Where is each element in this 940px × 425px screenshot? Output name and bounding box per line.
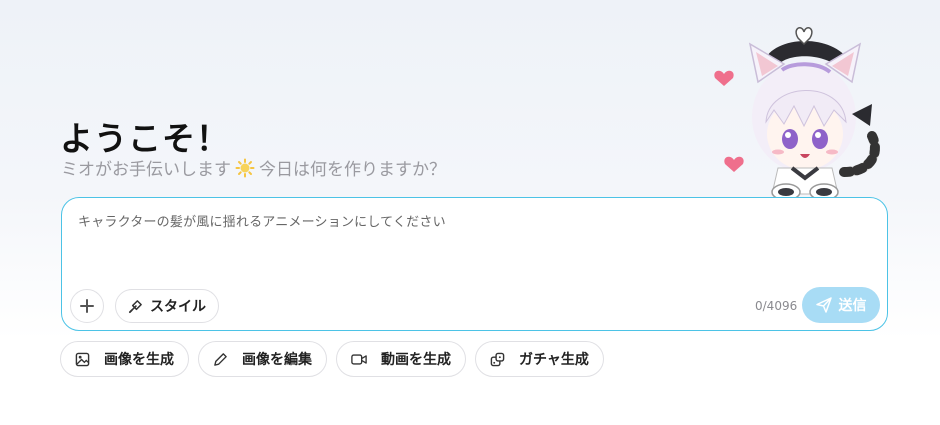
character-counter: 0/4096 [755, 299, 798, 313]
pencil-icon [214, 352, 227, 366]
gacha-generate-button[interactable]: ガチャ生成 [475, 341, 604, 377]
plus-icon [80, 299, 94, 313]
quick-actions: 画像を生成 画像を編集 動画を生成 ガチャ生成 [60, 341, 604, 377]
image-icon [75, 352, 90, 366]
style-button[interactable]: スタイル [115, 289, 219, 323]
subtitle-text-before: ミオがお手伝いします [61, 160, 231, 180]
style-button-label: スタイル [150, 299, 206, 315]
subtitle-text-after: 今日は何を作りますか？ [259, 160, 446, 180]
send-button-label: 送信 [838, 298, 867, 314]
paintbrush-icon [128, 299, 142, 313]
send-button[interactable]: 送信 [802, 287, 880, 323]
paper-plane-icon [815, 297, 832, 313]
prompt-input[interactable]: キャラクターの髪が風に揺れるアニメーションにしてください [78, 211, 446, 230]
sun-emoji-icon [235, 158, 255, 177]
generate-image-button[interactable]: 画像を生成 [60, 341, 189, 377]
edit-image-label: 画像を編集 [242, 352, 312, 368]
video-camera-icon [351, 353, 367, 365]
generate-video-label: 動画を生成 [381, 352, 451, 368]
generate-video-button[interactable]: 動画を生成 [336, 341, 466, 377]
welcome-heading: ようこそ！ [60, 119, 230, 158]
generate-image-label: 画像を生成 [104, 352, 174, 368]
catgirl-mascot-icon [714, 27, 880, 201]
welcome-subtitle: ミオがお手伝いします 今日は何を作りますか？ [61, 155, 446, 180]
edit-image-button[interactable]: 画像を編集 [198, 341, 327, 377]
prompt-composer: キャラクターの髪が風に揺れるアニメーションにしてください スタイル 0/4096… [61, 197, 888, 331]
add-attachment-button[interactable] [70, 289, 104, 323]
gacha-generate-label: ガチャ生成 [519, 352, 589, 368]
gacha-dice-icon [490, 352, 505, 366]
